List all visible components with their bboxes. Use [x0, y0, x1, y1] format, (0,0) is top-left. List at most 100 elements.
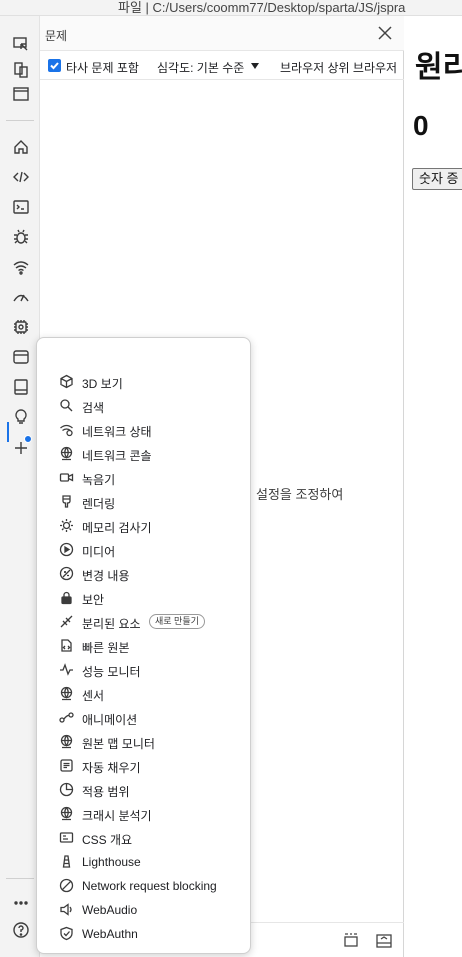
activity-separator	[6, 120, 34, 121]
menu-item-quick-source[interactable]: 빠른 원본	[37, 634, 250, 658]
more-options-icon[interactable]	[9, 891, 33, 915]
panel-header: 문제	[40, 16, 404, 51]
menu-item-label: 원본 맵 모니터	[82, 737, 155, 751]
performance-icon[interactable]	[9, 285, 33, 309]
autofill-icon	[59, 758, 74, 773]
coverage-icon	[59, 782, 74, 797]
menu-item-label: 녹음기	[82, 473, 116, 487]
menu-item-crash-analyzer[interactable]: 크래시 분석기	[37, 802, 250, 826]
globe-icon	[59, 446, 74, 461]
device-toolbar-icon[interactable]	[9, 58, 33, 82]
menu-item-autofill[interactable]: 자동 채우기	[37, 754, 250, 778]
search-icon	[59, 398, 74, 413]
recorder-icon	[59, 470, 74, 485]
menu-item-label: 빠른 원본	[82, 641, 130, 655]
menu-item-label: 미디어	[82, 545, 116, 559]
menu-item-label: Network request blocking	[82, 879, 217, 893]
page-heading: 원리	[415, 51, 462, 84]
menu-item-label: Lighthouse	[82, 855, 141, 869]
menu-item-label: WebAuthn	[82, 927, 138, 941]
empty-state-message: 설정을 조정하여	[256, 487, 344, 502]
performance-monitor-icon	[59, 662, 74, 677]
include-third-party-checkbox[interactable]	[48, 59, 61, 72]
menu-item-label: 변경 내용	[82, 569, 130, 583]
memory-chip-icon[interactable]	[9, 315, 33, 339]
menu-item-recorder[interactable]: 녹음기	[37, 466, 250, 490]
menu-item-coverage[interactable]: 적용 범위	[37, 778, 250, 802]
globe-icon	[59, 686, 74, 701]
menu-item-network-console[interactable]: 네트워크 콘솔	[37, 442, 250, 466]
menu-item-memory-inspector[interactable]: 메모리 검사기	[37, 514, 250, 538]
menu-item-animations[interactable]: 애니메이션	[37, 706, 250, 730]
inspect-element-icon[interactable]	[9, 32, 33, 56]
menu-item-label: 적용 범위	[82, 785, 130, 799]
block-icon	[59, 878, 74, 893]
menu-item-changes[interactable]: 변경 내용	[37, 562, 250, 586]
console-icon[interactable]	[9, 195, 33, 219]
lock-icon	[59, 590, 74, 605]
address-bar[interactable]: 파일 | C:/Users/coomm77/Desktop/sparta/JS/…	[0, 0, 462, 16]
menu-item-label: 메모리 검사기	[82, 521, 152, 535]
application-icon[interactable]	[9, 345, 33, 369]
menu-item-detached-elements[interactable]: 분리된 요소 새로 만들기	[37, 610, 250, 634]
speaker-icon	[59, 902, 74, 917]
cube-icon	[59, 374, 74, 389]
elements-icon[interactable]	[9, 165, 33, 189]
menu-item-label: 분리된 요소	[82, 617, 141, 631]
address-text: 파일 | C:/Users/coomm77/Desktop/sparta/JS/…	[118, 0, 406, 15]
menu-item-label: 검색	[82, 401, 105, 415]
menu-item-3d-view[interactable]: 3D 보기	[37, 370, 250, 394]
activity-bar	[0, 16, 40, 957]
menu-item-label: CSS 개요	[82, 833, 133, 847]
bug-icon[interactable]	[9, 225, 33, 249]
menu-item-webauthn[interactable]: WebAuthn	[37, 922, 250, 946]
lighthouse-icon	[59, 854, 74, 869]
dock-icon[interactable]	[9, 82, 33, 106]
help-icon[interactable]	[9, 918, 33, 942]
menu-item-rendering[interactable]: 렌더링	[37, 490, 250, 514]
sources-icon[interactable]	[9, 375, 33, 399]
activity-separator-bottom	[6, 878, 34, 879]
menu-item-network-conditions[interactable]: 네트워크 상태	[37, 418, 250, 442]
menu-item-source-map-monitor[interactable]: 원본 맵 모니터	[37, 730, 250, 754]
globe-icon	[59, 734, 74, 749]
web-page-content: 원리 0 숫자 증	[405, 16, 462, 957]
menu-item-security[interactable]: 보안	[37, 586, 250, 610]
css-overview-icon	[59, 830, 74, 845]
network-conditions-icon	[59, 422, 74, 437]
rendering-icon	[59, 494, 74, 509]
animation-icon	[59, 710, 74, 725]
close-icon[interactable]	[376, 24, 394, 42]
dock-bottom-icon[interactable]	[375, 932, 393, 950]
browser-filter[interactable]: 브라우저 상위 브라우저	[280, 59, 397, 76]
menu-item-label: 애니메이션	[82, 713, 138, 727]
severity-dropdown[interactable]: 심각도: 기본 수준	[157, 59, 244, 76]
menu-item-network-request-blocking[interactable]: Network request blocking	[37, 874, 250, 898]
new-badge: 새로 만들기	[149, 614, 205, 629]
lightbulb-issues-icon[interactable]	[9, 405, 33, 429]
menu-item-css-overview[interactable]: CSS 개요	[37, 826, 250, 850]
menu-item-label: WebAudio	[82, 903, 138, 917]
shield-icon	[59, 926, 74, 941]
menu-item-lighthouse[interactable]: Lighthouse	[37, 850, 250, 874]
menu-item-media[interactable]: 미디어	[37, 538, 250, 562]
menu-item-label: 3D 보기	[82, 377, 123, 391]
wifi-icon[interactable]	[9, 255, 33, 279]
severity-caret-icon	[251, 63, 259, 69]
dock-side-icon[interactable]	[342, 932, 360, 950]
menu-item-label: 성능 모니터	[82, 665, 141, 679]
menu-item-label: 센서	[82, 689, 105, 703]
panel-title: 문제	[45, 29, 68, 43]
increment-button[interactable]: 숫자 증	[412, 168, 462, 190]
menu-item-sensors[interactable]: 센서	[37, 682, 250, 706]
menu-item-performance-monitor[interactable]: 성능 모니터	[37, 658, 250, 682]
menu-item-webaudio[interactable]: WebAudio	[37, 898, 250, 922]
plus-more-tools-icon[interactable]	[9, 436, 33, 460]
menu-item-label: 렌더링	[82, 497, 116, 511]
globe-icon	[59, 806, 74, 821]
menu-item-search[interactable]: 검색	[37, 394, 250, 418]
home-icon[interactable]	[9, 135, 33, 159]
issues-toolbar: 타사 문제 포함 심각도: 기본 수준 브라우저 상위 브라우저	[40, 52, 404, 80]
quick-source-icon	[59, 638, 74, 653]
more-tools-menu: 3D 보기 검색 네트워크 상태 네트워크 콘솔 녹음기 렌더링 메모리 검사기…	[36, 337, 251, 954]
